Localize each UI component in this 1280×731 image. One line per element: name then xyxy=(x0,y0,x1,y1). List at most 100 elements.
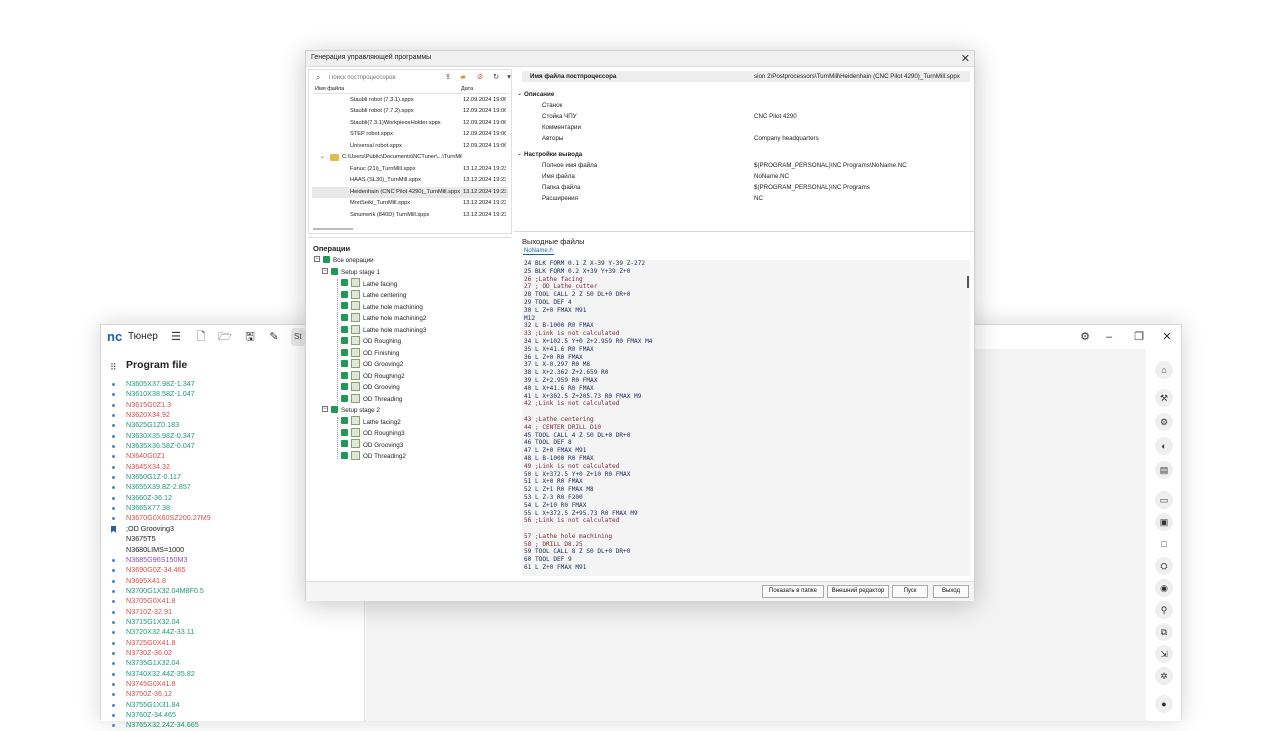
folder-row[interactable]: ⌄ C:\Users\Public\Documents\NCTuner\...\T… xyxy=(312,152,508,163)
column-header-date[interactable]: Дата xyxy=(461,86,473,92)
operation-row[interactable]: Lathe facing2 xyxy=(341,416,401,429)
show-in-folder-button[interactable]: Показать в папке xyxy=(762,585,824,598)
upload-icon[interactable]: ⇪ xyxy=(443,72,453,81)
checkbox[interactable] xyxy=(331,267,338,275)
drag-handle-icon[interactable]: ⠿ xyxy=(110,362,117,373)
collapse-icon[interactable]: ⌄ xyxy=(320,152,325,163)
close-button[interactable]: ✕ xyxy=(1159,329,1175,345)
all-operations-row[interactable]: − Все операции xyxy=(314,255,374,267)
home-view-icon[interactable]: ⌂ xyxy=(1155,361,1173,379)
property-row[interactable]: Папка файла $(PROGRAM_PERSONAL)\NC Progra… xyxy=(522,182,970,193)
maximize-button[interactable]: ❐ xyxy=(1131,329,1147,345)
section-expand-icon[interactable]: ⌄ xyxy=(517,149,522,160)
operation-row[interactable]: Lathe centering xyxy=(341,289,406,302)
save-icon[interactable]: 🖫 xyxy=(243,330,257,344)
fixture-icon[interactable]: ⛭ xyxy=(1155,557,1173,575)
postprocessor-row[interactable]: Staubli robot (7.3.1).sppx 12.09.2024 19:… xyxy=(312,95,508,106)
property-row[interactable]: Станок xyxy=(522,100,970,111)
postprocessor-row[interactable]: Staubli(7.3.1)WorkpieceHolder.sppx 12.09.… xyxy=(312,118,508,129)
operation-row[interactable]: OD Grooving xyxy=(341,382,400,394)
remove-icon[interactable]: ⊘ xyxy=(475,72,485,81)
section-expand-icon[interactable]: ⌄ xyxy=(517,89,522,100)
nc-line[interactable]: N3710Z-32.91 xyxy=(109,607,359,617)
nc-line[interactable]: N3745G0X41.8 xyxy=(109,679,359,689)
checkbox[interactable] xyxy=(341,371,348,379)
nc-line[interactable]: N3725G0X41.8 xyxy=(109,638,359,648)
checkbox[interactable] xyxy=(341,417,348,425)
nc-line[interactable]: N3740X32.44Z-35.82 xyxy=(109,669,359,679)
app-tab[interactable]: St xyxy=(291,328,305,346)
checkbox[interactable] xyxy=(341,360,348,368)
property-row[interactable]: ⌄ Настройки вывода xyxy=(517,149,970,160)
refresh-icon[interactable]: ↻ xyxy=(491,72,501,81)
postprocessor-row[interactable]: Heidenhain (CNC Pilot 4290)_TurnMill.spp… xyxy=(312,186,508,198)
square-icon[interactable]: □ xyxy=(1155,535,1173,553)
tool-icon[interactable]: ⚒ xyxy=(1155,389,1173,407)
checkbox[interactable] xyxy=(341,302,348,310)
new-file-icon[interactable]: 🗋 xyxy=(194,330,208,344)
spindle-icon[interactable]: ◐ xyxy=(1155,437,1173,455)
part-icon[interactable]: ◉ xyxy=(1155,579,1173,597)
nc-line[interactable]: N3730Z-36.02 xyxy=(109,648,359,658)
folder-add-icon[interactable]: ▰ xyxy=(458,72,468,81)
checkbox[interactable] xyxy=(341,337,348,345)
collision-icon[interactable]: ⧉ xyxy=(1155,623,1173,641)
external-editor-button[interactable]: Внешний редактор xyxy=(827,585,889,598)
postprocessor-row[interactable]: STEP robot.sppx 12.09.2024 19:06 xyxy=(312,129,508,140)
operation-row[interactable]: OD Finishing xyxy=(341,347,399,360)
property-row[interactable]: Имя файла NoName.NC xyxy=(522,171,970,182)
property-row[interactable]: Авторы Company headquarters xyxy=(522,133,970,144)
nc-line[interactable]: N3765X32.24Z-34.665 xyxy=(109,720,359,730)
operation-row[interactable]: OD Threading xyxy=(341,393,402,406)
operation-row[interactable]: OD Grooving3 xyxy=(341,439,403,452)
operation-row[interactable]: Lathe hole machining xyxy=(341,301,423,314)
operation-row[interactable]: OD Roughing2 xyxy=(341,370,405,383)
column-header-name[interactable]: Имя файла xyxy=(315,86,344,92)
box-view-icon[interactable]: ▣ xyxy=(1155,513,1173,531)
checkbox[interactable] xyxy=(341,440,348,448)
operation-row[interactable]: OD Roughing xyxy=(341,336,401,348)
operation-row[interactable]: OD Roughing3 xyxy=(341,427,405,440)
checkbox[interactable] xyxy=(341,290,348,298)
operation-row[interactable]: OD Threading2 xyxy=(341,450,406,463)
property-row[interactable]: ⌄ Описание xyxy=(517,89,970,100)
property-row[interactable]: Комментарии xyxy=(522,122,970,133)
menu-icon[interactable]: ☰ xyxy=(169,330,183,344)
nc-line[interactable]: N3760Z-34.465 xyxy=(109,710,359,720)
checkbox[interactable] xyxy=(341,451,348,459)
checkbox[interactable] xyxy=(341,383,348,391)
operation-row[interactable]: OD Grooving2 xyxy=(341,359,403,371)
postprocessor-row[interactable]: MoriSeiki_TurnMill.sppx 13.12.2024 19:23 xyxy=(312,198,508,209)
settings-icon[interactable]: ⚙ xyxy=(1077,329,1093,345)
more-dropdown-icon[interactable]: ▾ xyxy=(504,72,514,81)
postprocessor-row[interactable]: Universal robot.sppx 12.09.2024 19:06 xyxy=(312,141,508,152)
property-row[interactable]: Имя файла постпроцессора sion 2\Postproce… xyxy=(522,71,970,82)
dialog-close-icon[interactable]: ✕ xyxy=(961,52,970,65)
code-scrollbar[interactable] xyxy=(967,276,969,288)
checkbox[interactable] xyxy=(323,255,330,263)
checkbox[interactable] xyxy=(331,405,338,413)
operation-row[interactable]: Lathe hole machining2 xyxy=(341,312,426,325)
property-row[interactable]: Расширения NC xyxy=(522,193,970,204)
operation-row[interactable]: Lathe hole machining3 xyxy=(341,324,426,337)
nc-line[interactable]: N3750Z-36.12 xyxy=(109,689,359,699)
checkbox[interactable] xyxy=(341,325,348,333)
view-icon[interactable]: ▭ xyxy=(1155,491,1173,509)
postprocessor-row[interactable]: HAAS (SL30)_TurnMill.sppx 13.12.2024 19:2… xyxy=(312,175,508,186)
minimize-button[interactable]: – xyxy=(1101,329,1117,345)
run-button[interactable]: Пуск xyxy=(892,585,928,598)
stock-icon[interactable]: ▤ xyxy=(1155,461,1173,479)
nc-line[interactable]: N3735G1X32.04 xyxy=(109,658,359,668)
tool-holder-icon[interactable]: ⚲ xyxy=(1155,601,1173,619)
property-row[interactable]: Полное имя файла $(PROGRAM_PERSONAL)\NC P… xyxy=(522,160,970,171)
checkbox[interactable] xyxy=(341,279,348,287)
collapse-toggle[interactable]: − xyxy=(314,256,320,263)
open-folder-icon[interactable]: 🗁 xyxy=(218,330,232,344)
property-row[interactable]: Стойка ЧПУ CNC Pilot 4290 xyxy=(522,111,970,122)
checkbox[interactable] xyxy=(341,313,348,321)
output-file-tab[interactable]: NoName.h xyxy=(523,248,554,255)
collapse-toggle[interactable]: − xyxy=(322,268,328,275)
edit-icon[interactable]: ✎ xyxy=(267,330,281,344)
setup-stage-row[interactable]: − Setup stage 1 xyxy=(322,267,380,279)
horizontal-scrollbar[interactable] xyxy=(313,228,353,230)
